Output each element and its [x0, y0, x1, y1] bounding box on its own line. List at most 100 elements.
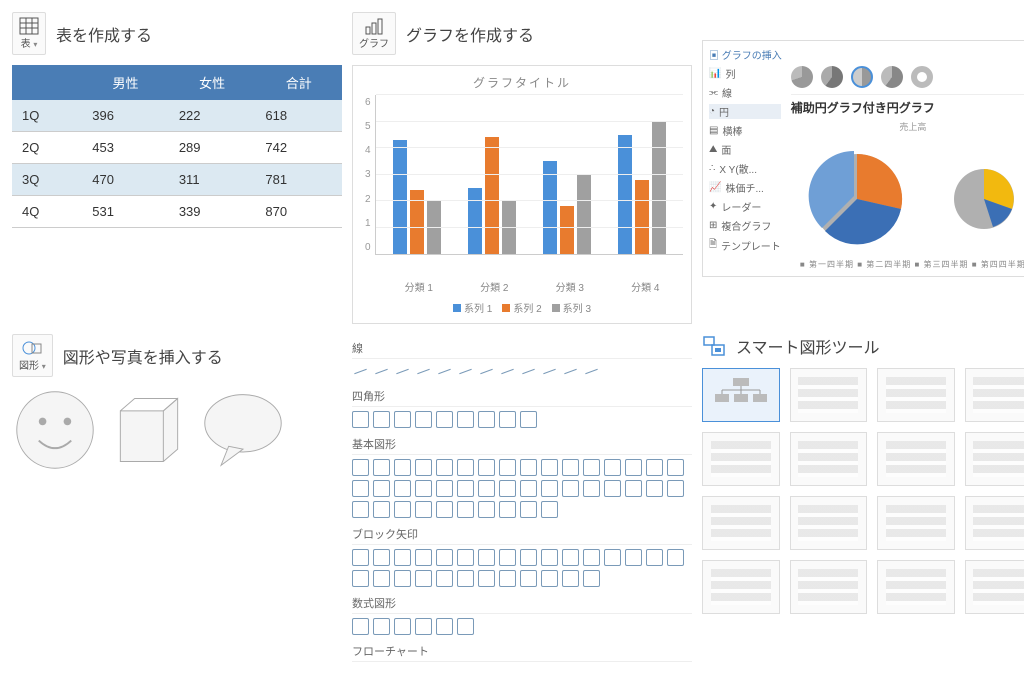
shape-gallery-item[interactable]: [457, 501, 474, 518]
shape-gallery-item[interactable]: [415, 501, 432, 518]
shape-gallery-item[interactable]: [415, 618, 432, 635]
smartart-item[interactable]: [965, 368, 1024, 422]
shape-gallery-item[interactable]: [625, 549, 642, 566]
shape-gallery-item[interactable]: [562, 549, 579, 566]
shape-gallery-item[interactable]: [625, 459, 642, 476]
shape-gallery-item[interactable]: [415, 411, 432, 428]
shape-gallery-item[interactable]: [541, 480, 558, 497]
shape-gallery-item[interactable]: [541, 570, 558, 587]
smartart-item[interactable]: [877, 368, 955, 422]
shape-gallery-item[interactable]: [352, 480, 369, 497]
shape-gallery-item[interactable]: [457, 549, 474, 566]
shape-gallery-item[interactable]: [478, 480, 495, 497]
shape-gallery-item[interactable]: [436, 411, 453, 428]
shape-gallery-item[interactable]: [436, 480, 453, 497]
shape-gallery-item[interactable]: [394, 480, 411, 497]
shape-gallery-item[interactable]: [457, 480, 474, 497]
shape-gallery-item[interactable]: [436, 459, 453, 476]
shape-gallery-item[interactable]: [436, 570, 453, 587]
shape-gallery-item[interactable]: [415, 570, 432, 587]
pie-subtype[interactable]: [791, 66, 813, 88]
shape-gallery-item[interactable]: [373, 411, 390, 428]
shape-gallery-item[interactable]: [352, 411, 369, 428]
shape-gallery-item[interactable]: [415, 549, 432, 566]
shape-gallery-item[interactable]: [646, 549, 663, 566]
shape-gallery-item[interactable]: [562, 459, 579, 476]
shape-gallery-item[interactable]: [436, 363, 453, 380]
shape-gallery-item[interactable]: [541, 549, 558, 566]
chart-button[interactable]: グラフ: [352, 12, 396, 55]
shape-gallery-item[interactable]: [415, 363, 432, 380]
shape-gallery-item[interactable]: [394, 411, 411, 428]
chart-type-item[interactable]: 📈 株価チ...: [709, 180, 781, 195]
shape-gallery-item[interactable]: [352, 459, 369, 476]
shape-gallery-item[interactable]: [667, 480, 684, 497]
shape-gallery-item[interactable]: [415, 459, 432, 476]
shape-gallery-item[interactable]: [541, 363, 558, 380]
chart-type-item[interactable]: ⊞ 複合グラフ: [709, 218, 781, 233]
shape-gallery-item[interactable]: [352, 501, 369, 518]
shape-gallery-item[interactable]: [394, 363, 411, 380]
smartart-item[interactable]: [790, 368, 868, 422]
shape-gallery-item[interactable]: [583, 363, 600, 380]
shape-gallery-item[interactable]: [520, 480, 537, 497]
pie-subtype[interactable]: [881, 66, 903, 88]
shape-gallery-item[interactable]: [562, 570, 579, 587]
chart-type-item[interactable]: ⫘ 線: [709, 85, 781, 100]
shape-gallery-item[interactable]: [373, 549, 390, 566]
shape-gallery-item[interactable]: [646, 480, 663, 497]
shape-gallery-item[interactable]: [583, 549, 600, 566]
smartart-item[interactable]: [965, 432, 1024, 486]
shape-gallery-item[interactable]: [478, 549, 495, 566]
shape-gallery-item[interactable]: [583, 459, 600, 476]
shape-gallery-item[interactable]: [499, 549, 516, 566]
smartart-item[interactable]: [702, 368, 780, 422]
shape-gallery-item[interactable]: [394, 501, 411, 518]
shape-gallery-item[interactable]: [457, 411, 474, 428]
shape-gallery-item[interactable]: [478, 501, 495, 518]
shape-gallery-item[interactable]: [583, 570, 600, 587]
shape-gallery-item[interactable]: [457, 570, 474, 587]
smartart-item[interactable]: [790, 496, 868, 550]
shape-gallery-item[interactable]: [436, 501, 453, 518]
shape-gallery-item[interactable]: [352, 570, 369, 587]
cube-shape[interactable]: [106, 387, 192, 473]
chart-type-item[interactable]: ◔ 円: [709, 104, 781, 119]
shape-gallery-item[interactable]: [562, 480, 579, 497]
shape-gallery-item[interactable]: [499, 459, 516, 476]
shape-gallery-item[interactable]: [478, 363, 495, 380]
shape-gallery-item[interactable]: [373, 570, 390, 587]
pie-subtype[interactable]: [821, 66, 843, 88]
shape-gallery-item[interactable]: [499, 480, 516, 497]
shape-gallery-item[interactable]: [373, 480, 390, 497]
shape-gallery-item[interactable]: [352, 549, 369, 566]
smiley-shape[interactable]: [12, 387, 98, 473]
shapes-button[interactable]: 図形 ▾: [12, 334, 53, 377]
shape-gallery-item[interactable]: [520, 501, 537, 518]
chart-type-item[interactable]: ✦ レーダー: [709, 199, 781, 214]
shape-gallery-item[interactable]: [394, 618, 411, 635]
shape-gallery-item[interactable]: [520, 549, 537, 566]
shape-gallery-item[interactable]: [478, 411, 495, 428]
shape-gallery-item[interactable]: [604, 459, 621, 476]
chart-type-item[interactable]: 🗎 テンプレート: [709, 237, 781, 254]
shape-gallery-item[interactable]: [478, 459, 495, 476]
smartart-item[interactable]: [702, 432, 780, 486]
shape-gallery-item[interactable]: [625, 480, 642, 497]
shape-gallery-item[interactable]: [499, 411, 516, 428]
shape-gallery-item[interactable]: [373, 618, 390, 635]
shape-gallery-item[interactable]: [583, 480, 600, 497]
pie-subtype[interactable]: [851, 66, 873, 88]
shape-gallery-item[interactable]: [520, 459, 537, 476]
shape-gallery-item[interactable]: [457, 459, 474, 476]
shape-gallery-item[interactable]: [562, 363, 579, 380]
shape-gallery-item[interactable]: [436, 549, 453, 566]
chart-type-item[interactable]: ⛰ 面: [709, 142, 781, 157]
smartart-item[interactable]: [877, 432, 955, 486]
pie-subtype[interactable]: [911, 66, 933, 88]
smartart-item[interactable]: [790, 560, 868, 614]
shape-gallery-item[interactable]: [373, 459, 390, 476]
speech-bubble-shape[interactable]: [200, 387, 286, 473]
shape-gallery-item[interactable]: [394, 459, 411, 476]
shape-gallery-item[interactable]: [667, 459, 684, 476]
